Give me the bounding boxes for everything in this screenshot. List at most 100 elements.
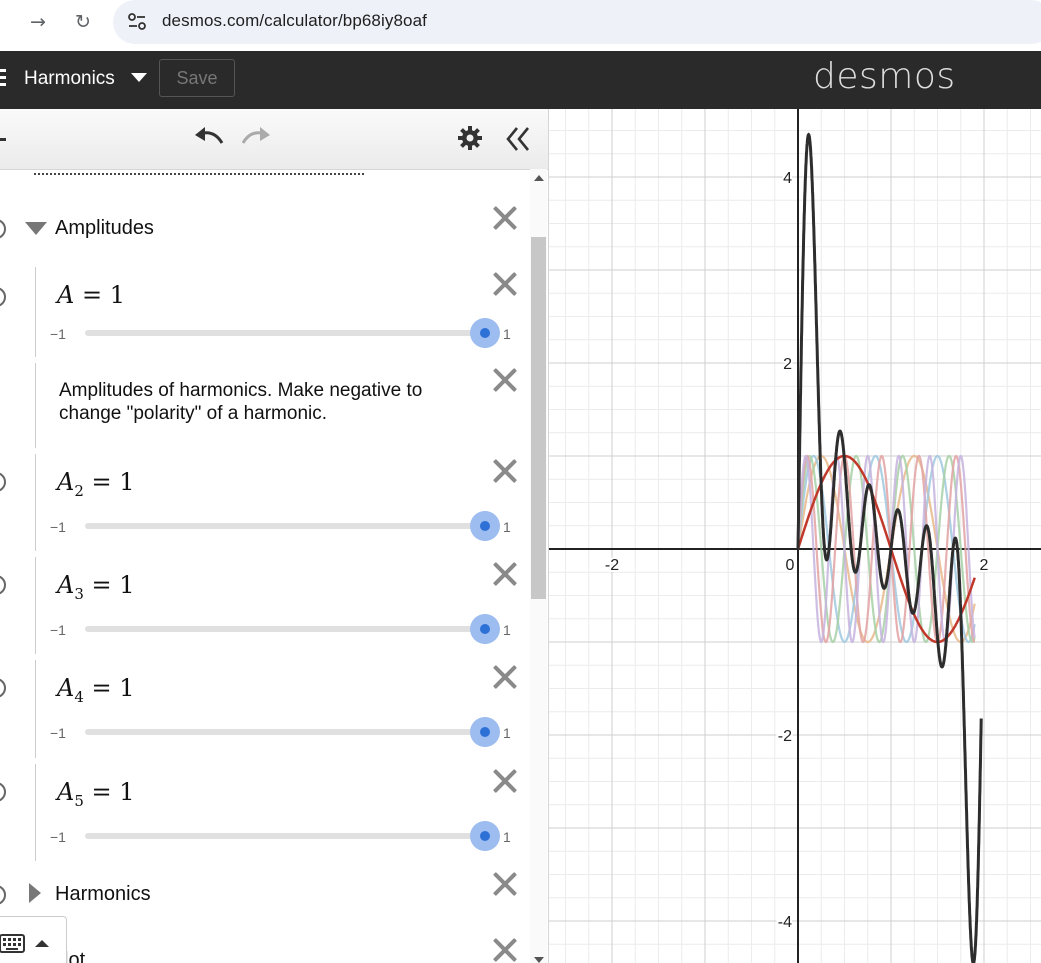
- folder-indent-line: [35, 363, 36, 448]
- keyboard-icon: [0, 934, 49, 953]
- close-icon[interactable]: [492, 367, 518, 393]
- visibility-toggle-icon[interactable]: [0, 287, 6, 307]
- slider-track[interactable]: [85, 330, 485, 336]
- variable-value: = 1: [74, 281, 125, 309]
- visibility-toggle-icon[interactable]: [0, 782, 6, 802]
- slider-max: 1: [503, 622, 511, 638]
- save-button[interactable]: Save: [159, 59, 235, 97]
- add-item-icon[interactable]: [0, 138, 6, 141]
- slider-max: 1: [503, 519, 511, 535]
- redo-icon[interactable]: [240, 125, 272, 158]
- variable-name: A: [57, 468, 75, 496]
- scroll-down-icon[interactable]: [534, 957, 544, 963]
- sum-curve: [796, 132, 983, 963]
- slider-row-a5[interactable]: A5 = 1 −1 1: [0, 758, 528, 862]
- close-icon[interactable]: [492, 937, 518, 963]
- folder-harmonics[interactable]: Harmonics: [0, 861, 528, 928]
- expression-a3[interactable]: A3 = 1: [57, 571, 135, 603]
- folder-plot-partial[interactable]: lot: [0, 927, 528, 963]
- close-icon[interactable]: [492, 458, 518, 484]
- slider-handle[interactable]: [470, 717, 500, 747]
- x-tick-label: -2: [605, 557, 619, 574]
- graph-canvas[interactable]: -2 0 2 4 2 -2 -4: [549, 109, 1041, 963]
- folder-toggle-icon[interactable]: [0, 885, 6, 905]
- slider-handle[interactable]: [470, 511, 500, 541]
- slider-row-a4[interactable]: A4 = 1 −1 1: [0, 654, 528, 759]
- folder-indent-line: [35, 764, 36, 861]
- close-icon[interactable]: [492, 768, 518, 794]
- folder-label: lot: [64, 949, 86, 963]
- note-row[interactable]: Amplitudes of harmonics. Make negative t…: [0, 357, 528, 449]
- undo-icon[interactable]: [193, 125, 225, 158]
- variable-subscript: 3: [74, 584, 84, 603]
- triangle-right-icon[interactable]: [29, 883, 41, 903]
- folder-toggle-icon[interactable]: [0, 219, 6, 239]
- expression-a4[interactable]: A4 = 1: [57, 674, 135, 706]
- triangle-down-icon[interactable]: [25, 222, 47, 235]
- variable-name: A: [57, 571, 75, 599]
- note-text[interactable]: Amplitudes of harmonics. Make negative t…: [59, 379, 489, 425]
- slider-row-a[interactable]: A = 1 −1 1: [0, 261, 528, 358]
- panel-scrollbar[interactable]: [530, 169, 547, 963]
- folder-amplitudes[interactable]: Amplitudes: [0, 195, 528, 262]
- caret-down-icon[interactable]: [131, 73, 147, 82]
- close-icon[interactable]: [492, 664, 518, 690]
- slider-row-a3[interactable]: A3 = 1 −1 1: [0, 551, 528, 655]
- x-tick-label: 0: [786, 557, 795, 574]
- variable-name: A: [57, 778, 75, 806]
- slider-track[interactable]: [85, 523, 485, 529]
- folder-label: Harmonics: [55, 883, 151, 905]
- close-icon[interactable]: [492, 205, 518, 231]
- expression-a[interactable]: A = 1: [57, 281, 125, 309]
- slider-min: −1: [50, 725, 66, 741]
- slider-max: 1: [503, 725, 511, 741]
- y-tick-label: -4: [778, 914, 792, 931]
- slider-handle[interactable]: [470, 614, 500, 644]
- variable-subscript: 2: [74, 481, 84, 500]
- expression-a5[interactable]: A5 = 1: [57, 778, 135, 810]
- slider-min: −1: [50, 829, 66, 845]
- x-tick-label: 2: [980, 557, 989, 574]
- folder-label: Amplitudes: [55, 217, 154, 239]
- gear-icon[interactable]: [457, 125, 483, 156]
- slider-track[interactable]: [85, 833, 485, 839]
- slider-handle[interactable]: [470, 821, 500, 851]
- variable-value: = 1: [83, 571, 135, 599]
- slider-max: 1: [503, 829, 511, 845]
- panel-toolbar: [0, 109, 548, 170]
- hamburger-menu-icon[interactable]: [0, 69, 6, 89]
- close-icon[interactable]: [492, 871, 518, 897]
- keypad-toggle-button[interactable]: [0, 916, 67, 963]
- expression-a2[interactable]: A2 = 1: [57, 468, 135, 500]
- folder-indent-line: [35, 660, 36, 758]
- visibility-toggle-icon[interactable]: [0, 575, 6, 595]
- y-tick-label: 4: [783, 170, 792, 187]
- slider-handle[interactable]: [470, 318, 500, 348]
- expression-panel: Amplitudes A = 1 −1 1 Amplitudes of harm…: [0, 109, 549, 963]
- folder-indent-line: [35, 454, 36, 551]
- site-info-icon[interactable]: [125, 6, 151, 36]
- partial-note-row: [0, 169, 528, 196]
- visibility-toggle-icon[interactable]: [0, 472, 6, 492]
- graph-title[interactable]: Harmonics: [24, 68, 115, 90]
- variable-subscript: 5: [74, 791, 84, 810]
- reload-icon[interactable]: ↻: [69, 8, 97, 36]
- collapse-panel-icon[interactable]: [505, 126, 531, 157]
- folder-indent-line: [35, 267, 36, 357]
- visibility-toggle-icon[interactable]: [0, 678, 6, 698]
- scroll-up-icon[interactable]: [534, 175, 544, 181]
- slider-min: −1: [50, 326, 66, 342]
- slider-max: 1: [503, 326, 511, 342]
- y-tick-label: -2: [778, 728, 792, 745]
- close-icon[interactable]: [492, 561, 518, 587]
- slider-track[interactable]: [85, 729, 485, 735]
- forward-icon[interactable]: →: [24, 8, 52, 36]
- graph-paper[interactable]: -2 0 2 4 2 -2 -4: [549, 109, 1041, 963]
- variable-name: A: [57, 674, 75, 702]
- slider-track[interactable]: [85, 626, 485, 632]
- slider-min: −1: [50, 622, 66, 638]
- close-icon[interactable]: [492, 271, 518, 297]
- app-header: Harmonics Save desmos: [0, 51, 1041, 109]
- slider-row-a2[interactable]: A2 = 1 −1 1: [0, 448, 528, 552]
- scroll-thumb[interactable]: [531, 237, 546, 599]
